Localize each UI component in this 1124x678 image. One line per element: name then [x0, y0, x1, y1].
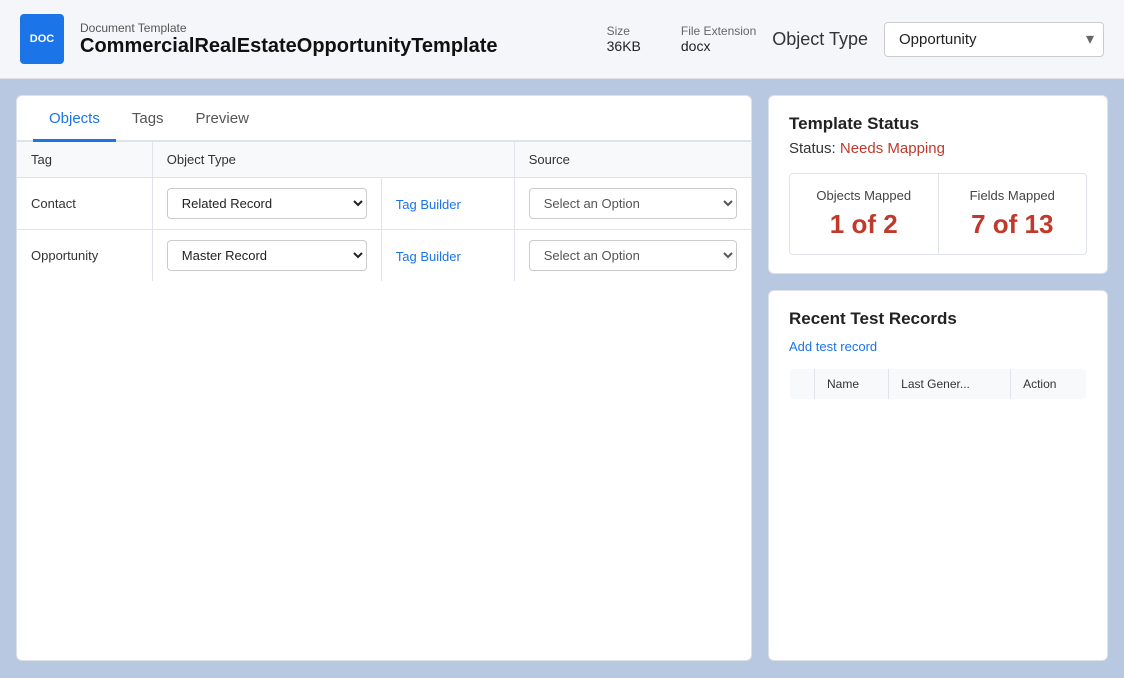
object-type-section: Object Type Opportunity Contact Account … [772, 22, 1104, 57]
left-panel: Objects Tags Preview Tag Object Type Sou… [16, 95, 752, 661]
size-meta: Size 36KB [607, 24, 641, 54]
add-test-record-link[interactable]: Add test record [789, 339, 1087, 354]
object-type-select-wrapper: Opportunity Contact Account Lead ▾ [884, 22, 1104, 57]
row2-source-select[interactable]: Select an Option Option 1 Option 2 [529, 240, 737, 271]
objects-mapped-box: Objects Mapped 1 of 2 [790, 174, 939, 254]
objects-mapped-label: Objects Mapped [806, 188, 922, 203]
page-header: DOC Document Template CommercialRealEsta… [0, 0, 1124, 79]
col-object-type: Object Type [152, 142, 514, 178]
right-panel: Template Status Status: Needs Mapping Ob… [768, 95, 1108, 661]
stats-row: Objects Mapped 1 of 2 Fields Mapped 7 of… [789, 173, 1087, 255]
col-tag: Tag [17, 142, 152, 178]
row1-object-type-select[interactable]: Related Record Master Record [167, 188, 367, 219]
extension-meta: File Extension docx [681, 24, 756, 54]
records-col-last-gen: Last Gener... [889, 369, 1011, 400]
size-label: Size [607, 24, 641, 38]
objects-mapped-value: 1 of 2 [806, 209, 922, 240]
test-records-title: Recent Test Records [789, 309, 1087, 329]
row1-tag-builder-link[interactable]: Tag Builder [396, 197, 461, 212]
header-meta: Size 36KB File Extension docx [607, 24, 757, 54]
status-line: Status: Needs Mapping [789, 140, 1087, 157]
row2-tag: Opportunity [17, 230, 152, 282]
object-type-label: Object Type [772, 29, 868, 50]
records-col-name: Name [815, 369, 889, 400]
tabs-bar: Objects Tags Preview [17, 96, 751, 142]
tab-preview[interactable]: Preview [180, 96, 265, 142]
size-value: 36KB [607, 38, 641, 54]
row1-object-type-cell: Related Record Master Record [152, 178, 381, 230]
col-source: Source [514, 142, 751, 178]
row2-object-type-select[interactable]: Related Record Master Record [167, 240, 367, 271]
test-records-table: Name Last Gener... Action [789, 368, 1087, 400]
fields-mapped-box: Fields Mapped 7 of 13 [939, 174, 1087, 254]
records-col-checkbox [790, 369, 815, 400]
status-prefix: Status: [789, 140, 836, 157]
row1-tag: Contact [17, 178, 152, 230]
tab-tags[interactable]: Tags [116, 96, 180, 142]
row1-source-select[interactable]: Select an Option Option 1 Option 2 [529, 188, 737, 219]
doc-icon: DOC [20, 14, 64, 64]
row1-source-cell: Select an Option Option 1 Option 2 [514, 178, 751, 230]
row2-tag-builder-link[interactable]: Tag Builder [396, 249, 461, 264]
header-subtitle: Document Template [80, 21, 571, 35]
extension-label: File Extension [681, 24, 756, 38]
table-row: Contact Related Record Master Record Tag… [17, 178, 751, 230]
header-text: Document Template CommercialRealEstateOp… [80, 21, 571, 58]
row2-tag-builder-cell: Tag Builder [381, 230, 514, 282]
records-col-action: Action [1011, 369, 1087, 400]
test-records-card: Recent Test Records Add test record Name… [768, 290, 1108, 661]
fields-mapped-value: 7 of 13 [955, 209, 1071, 240]
objects-table: Tag Object Type Source Contact Related R… [17, 142, 751, 281]
main-content: Objects Tags Preview Tag Object Type Sou… [0, 79, 1124, 677]
status-card: Template Status Status: Needs Mapping Ob… [768, 95, 1108, 274]
row1-tag-builder-cell: Tag Builder [381, 178, 514, 230]
object-type-select[interactable]: Opportunity Contact Account Lead [884, 22, 1104, 57]
status-value: Needs Mapping [840, 140, 945, 157]
row2-source-cell: Select an Option Option 1 Option 2 [514, 230, 751, 282]
status-card-title: Template Status [789, 114, 1087, 134]
tab-objects[interactable]: Objects [33, 96, 116, 142]
fields-mapped-label: Fields Mapped [955, 188, 1071, 203]
extension-value: docx [681, 38, 711, 54]
table-row: Opportunity Related Record Master Record… [17, 230, 751, 282]
header-title: CommercialRealEstateOpportunityTemplate [80, 35, 571, 58]
row2-object-type-cell: Related Record Master Record [152, 230, 381, 282]
